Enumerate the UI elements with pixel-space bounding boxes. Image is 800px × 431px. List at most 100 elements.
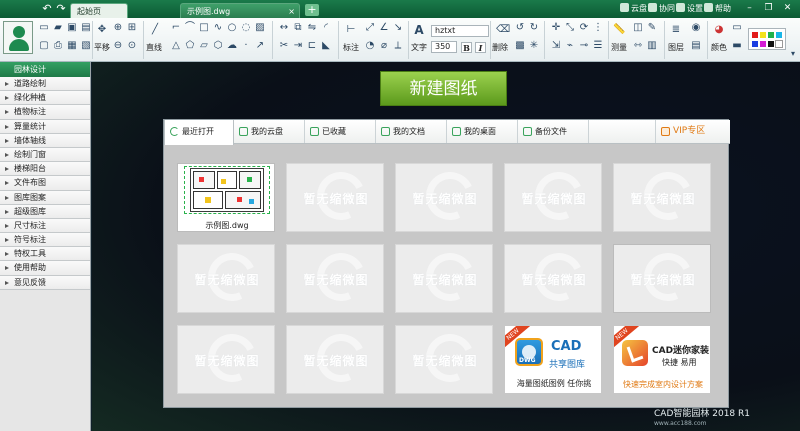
zoom-out-icon[interactable]: ⊖ (112, 40, 124, 52)
revcloud-icon[interactable]: ☁ (226, 40, 238, 52)
rectangle-icon[interactable]: □ (198, 22, 210, 34)
mirror-icon[interactable]: ⇋ (306, 22, 318, 34)
trim-icon[interactable]: ✂ (278, 40, 290, 52)
swatch-magenta[interactable] (760, 41, 766, 47)
tab-favorites[interactable]: 已收藏 (305, 120, 376, 143)
zoom-window-icon[interactable]: ⊞ (126, 22, 138, 34)
add-tab-button[interactable]: + (305, 4, 319, 16)
circle-icon[interactable]: ○ (226, 22, 238, 34)
triangle-icon[interactable]: △ (170, 40, 182, 52)
text-icon[interactable]: A (413, 24, 425, 36)
measure-icon[interactable]: 📏 (613, 24, 625, 36)
chamfer-icon[interactable]: ◣ (320, 40, 332, 52)
print-icon[interactable]: ⎙ (52, 40, 64, 52)
join-icon[interactable]: ⊸ (578, 40, 590, 52)
sidebar-item-stairs[interactable]: 楼梯阳台 (0, 162, 90, 177)
redo-edit-icon[interactable]: ↻ (528, 22, 540, 34)
array-icon[interactable]: ⋮ (592, 22, 604, 34)
cloud-link[interactable]: 云盘 (620, 1, 647, 17)
fillet-icon[interactable]: ◜ (320, 22, 332, 34)
promo-shared-library[interactable]: NEW DWG CAD 共享图库 海量图纸图例 任你挑 (504, 325, 602, 394)
pentagon-icon[interactable]: ⬠ (184, 40, 196, 52)
tab-cloud[interactable]: 我的云盘 (234, 120, 305, 143)
sidebar-item-patterns[interactable]: 图库图案 (0, 190, 90, 205)
redo-icon[interactable]: ↷ (54, 2, 68, 16)
tab-documents[interactable]: 我的文档 (376, 120, 447, 143)
hatch-icon[interactable]: ▨ (254, 22, 266, 34)
extend-icon[interactable]: ⇥ (292, 40, 304, 52)
offset-icon[interactable]: ⊏ (306, 40, 318, 52)
tab-home[interactable]: 起始页 (70, 3, 128, 18)
sidebar-item-wall-axis[interactable]: 墙体轴线 (0, 133, 90, 148)
break-icon[interactable]: ⌁ (564, 40, 576, 52)
arc-icon[interactable]: ⌒ (184, 22, 196, 34)
tab-recent[interactable]: 最近打开 (164, 120, 234, 145)
zoom-in-icon[interactable]: ⊕ (112, 22, 124, 34)
layer-lock-icon[interactable]: ▤ (690, 40, 702, 52)
font-size-select[interactable]: 350 (431, 41, 457, 53)
ray-icon[interactable]: ↗ (254, 40, 266, 52)
angular-dim-icon[interactable]: ∠ (378, 22, 390, 34)
dimension-icon[interactable]: ⊢ (345, 24, 357, 36)
save-icon[interactable]: ▣ (66, 22, 78, 34)
tab-backup[interactable]: 备份文件 (518, 120, 589, 143)
block-icon[interactable]: ▩ (514, 40, 526, 52)
polyline-icon[interactable]: ⌐ (170, 22, 182, 34)
linetype-icon[interactable]: ▭ (731, 22, 743, 34)
swatch-red[interactable] (752, 32, 758, 38)
radius-dim-icon[interactable]: ◔ (364, 40, 376, 52)
stretch-icon[interactable]: ⇲ (550, 40, 562, 52)
sidebar-item-quantity[interactable]: 算量统计 (0, 119, 90, 134)
zoom-extents-icon[interactable]: ⊙ (126, 40, 138, 52)
swatch-cyan[interactable] (776, 32, 782, 38)
sidebar-item-premium-tools[interactable]: 特权工具 (0, 247, 90, 262)
distance-icon[interactable]: ⇿ (632, 40, 644, 52)
maximize-button[interactable]: ❐ (762, 2, 775, 15)
font-family-select[interactable]: hztxt (431, 25, 489, 37)
swatch-green[interactable] (768, 32, 774, 38)
recent-file-thumbnail[interactable]: 示例图.dwg (177, 163, 275, 232)
swatch-black[interactable] (768, 41, 774, 47)
tab-vip[interactable]: VIP专区 (655, 120, 730, 143)
new-file-icon[interactable]: ▭ (38, 22, 50, 34)
swatch-yellow[interactable] (760, 32, 766, 38)
sidebar-item-planting[interactable]: 绿化种植 (0, 91, 90, 106)
help-link[interactable]: 帮助 (704, 1, 731, 17)
diameter-dim-icon[interactable]: ⌀ (378, 40, 390, 52)
properties-icon[interactable]: ▥ (646, 40, 658, 52)
move-icon[interactable]: ↔ (278, 22, 290, 34)
pan-icon[interactable]: ✥ (96, 24, 108, 36)
sidebar-item-feedback[interactable]: 意见反馈 (0, 275, 90, 290)
undo-edit-icon[interactable]: ↺ (514, 22, 526, 34)
new-drawing-button[interactable]: 新建图纸 (380, 71, 507, 106)
minimize-button[interactable]: – (743, 2, 756, 15)
point-icon[interactable]: · (240, 40, 252, 52)
expand-ribbon-icon[interactable]: ▾ (787, 48, 799, 60)
align-icon[interactable]: ☰ (592, 40, 604, 52)
save-as-icon[interactable]: ▤ (80, 22, 92, 34)
italic-button[interactable]: I (475, 42, 486, 53)
export-icon[interactable]: ▦ (66, 40, 78, 52)
print-preview-icon[interactable]: ▢ (38, 40, 50, 52)
collab-link[interactable]: 协同 (648, 1, 675, 17)
undo-icon[interactable]: ↶ (40, 2, 54, 16)
tab-desktop[interactable]: 我的桌面 (447, 120, 518, 143)
sidebar-item-help[interactable]: 使用帮助 (0, 261, 90, 276)
color-wheel-icon[interactable]: ◕ (713, 24, 725, 36)
layer-on-icon[interactable]: ◉ (690, 22, 702, 34)
close-tab-icon[interactable]: × (288, 4, 295, 19)
sidebar-header[interactable]: 园林设计 (0, 62, 90, 77)
sidebar-item-dimensions[interactable]: 尺寸标注 (0, 218, 90, 234)
sidebar-item-road[interactable]: 道路绘制 (0, 77, 90, 92)
layer-icon[interactable]: ≣ (670, 24, 682, 36)
open-folder-icon[interactable]: ▰ (52, 22, 64, 34)
sidebar-item-layout[interactable]: 文件布图 (0, 176, 90, 191)
close-window-button[interactable]: ✕ (781, 2, 794, 15)
sidebar-item-symbols[interactable]: 符号标注 (0, 233, 90, 248)
ellipse-icon[interactable]: ◌ (240, 22, 252, 34)
copy-icon[interactable]: ⧉ (292, 22, 304, 34)
ordinate-dim-icon[interactable]: ⟂ (392, 40, 404, 52)
avatar[interactable] (3, 21, 33, 54)
cross-move-icon[interactable]: ✛ (550, 22, 562, 34)
promo-mini-decor[interactable]: NEW CAD迷你家装 快捷 易用 快速完成室内设计方案 (613, 325, 711, 394)
